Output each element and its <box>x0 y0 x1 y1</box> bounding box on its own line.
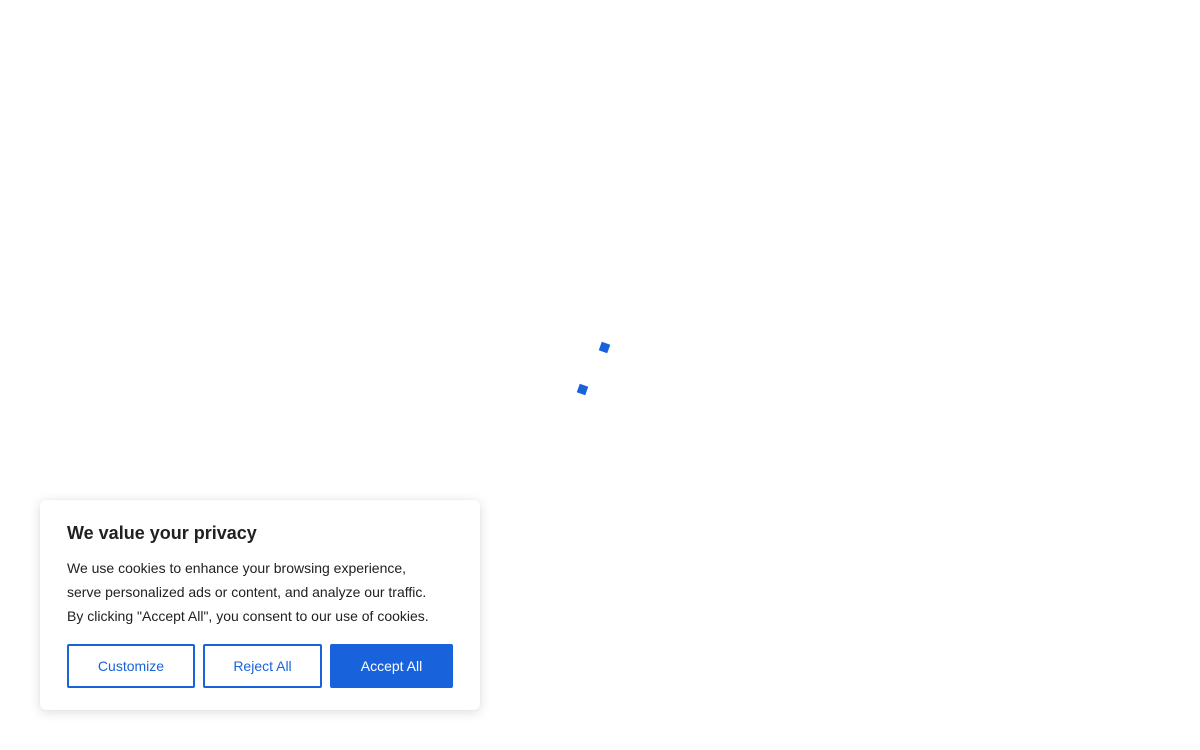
consent-button-group: Customize Reject All Accept All <box>67 644 453 688</box>
customize-button[interactable]: Customize <box>67 644 195 688</box>
loading-spinner <box>572 336 620 400</box>
spinner-dot <box>576 383 589 396</box>
consent-description-line: We use cookies to enhance your browsing … <box>67 560 407 576</box>
consent-description-line: By clicking "Accept All", you consent to… <box>67 608 429 624</box>
cookie-consent-banner: We value your privacy We use cookies to … <box>40 500 480 710</box>
consent-description-line: serve personalized ads or content, and a… <box>67 584 427 600</box>
reject-all-button[interactable]: Reject All <box>203 644 322 688</box>
consent-title: We value your privacy <box>67 523 257 543</box>
consent-description: We use cookies to enhance your browsing … <box>67 556 453 628</box>
accept-all-button[interactable]: Accept All <box>330 644 453 688</box>
spinner-dot <box>598 341 611 354</box>
page: We value your privacy We use cookies to … <box>0 0 1200 750</box>
